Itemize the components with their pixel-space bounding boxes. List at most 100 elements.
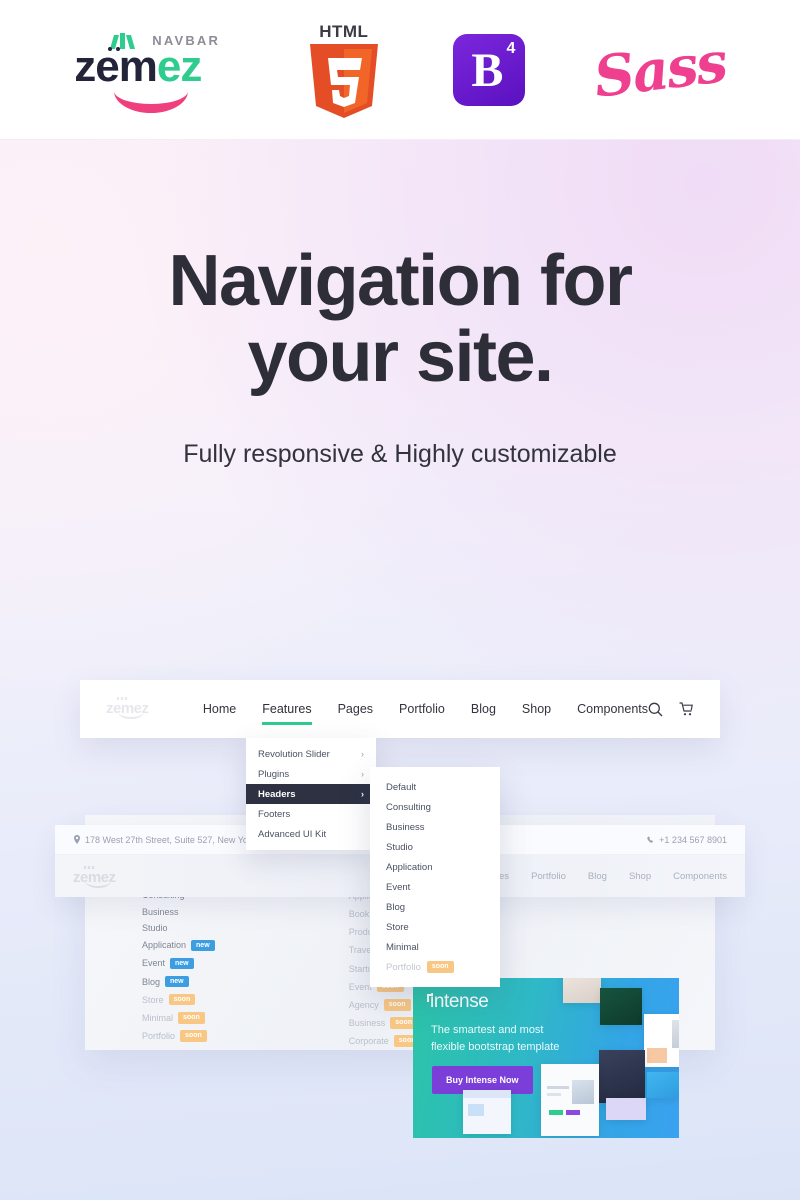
phone-text: +1 234 567 8901 bbox=[659, 834, 727, 845]
promo-thumbnail bbox=[644, 1014, 679, 1067]
nav-item-portfolio[interactable]: Portfolio bbox=[399, 702, 445, 716]
zemez-logo-slot: NAVBAR zemez bbox=[74, 20, 234, 120]
location-pin-icon bbox=[74, 835, 80, 844]
list-item[interactable]: Business bbox=[142, 907, 215, 917]
nav-item-components[interactable]: Components bbox=[577, 702, 648, 716]
chevron-right-icon: › bbox=[361, 789, 364, 799]
secondary-nav-item[interactable]: Portfolio bbox=[531, 871, 566, 882]
submenu-item-blog[interactable]: Blog bbox=[370, 897, 500, 917]
list-item[interactable]: Application new bbox=[142, 939, 215, 952]
promo-thumbnail bbox=[463, 1090, 511, 1134]
promo-thumbnail bbox=[606, 1098, 646, 1120]
submenu-item-event[interactable]: Event bbox=[370, 877, 500, 897]
promo-thumbnail bbox=[563, 978, 601, 1003]
list-item-label: Book bbox=[348, 909, 370, 920]
menu-item-headers[interactable]: Headers › bbox=[246, 784, 376, 804]
promo-thumbnail bbox=[599, 1050, 645, 1103]
nav-item-blog[interactable]: Blog bbox=[471, 702, 496, 716]
list-item-label: Agency bbox=[348, 999, 379, 1010]
submenu-item-label: Blog bbox=[386, 901, 406, 913]
chevron-right-icon: › bbox=[361, 769, 364, 779]
menu-item-label: Advanced UI Kit bbox=[258, 828, 327, 840]
promo-thumbnail bbox=[541, 1064, 599, 1136]
promo-banner: intense The smartest and most flexible b… bbox=[413, 978, 679, 1138]
zemez-umlaut-icon bbox=[108, 46, 121, 51]
list-item-label: Blog bbox=[142, 976, 161, 987]
address-block: 178 West 27th Street, Suite 527, New Yor… bbox=[73, 835, 255, 845]
html5-logo: HTML bbox=[303, 22, 385, 118]
list-item-label: Event bbox=[142, 958, 166, 969]
submenu-item-label: Default bbox=[386, 781, 417, 793]
list-item[interactable]: Portfolio soon bbox=[142, 1029, 215, 1042]
list-item[interactable]: Store soon bbox=[142, 993, 215, 1006]
status-badge: soon bbox=[383, 998, 411, 1011]
list-item[interactable]: Blog new bbox=[142, 975, 215, 988]
menu-item-footers[interactable]: Footers bbox=[246, 804, 376, 824]
nav-item-features[interactable]: Features bbox=[262, 702, 312, 725]
submenu-item-label: Application bbox=[386, 861, 433, 873]
html5-shield-icon bbox=[309, 43, 378, 118]
menu-item-label: Footers bbox=[258, 808, 291, 820]
promo-thumbnail bbox=[600, 988, 642, 1025]
list-item-label: Portfolio bbox=[142, 1030, 176, 1041]
nav-item-pages[interactable]: Pages bbox=[338, 702, 373, 716]
status-badge: new bbox=[165, 975, 189, 988]
list-item-label: Application bbox=[142, 940, 187, 951]
submenu-item-minimal[interactable]: Minimal bbox=[370, 937, 500, 957]
phone-block[interactable]: +1 234 567 8901 bbox=[647, 835, 727, 845]
primary-navbar-logo[interactable]: zemez bbox=[106, 696, 151, 722]
submenu-item-consulting[interactable]: Consulting bbox=[370, 797, 500, 817]
secondary-nav-item[interactable]: Blog bbox=[588, 871, 607, 882]
menu-item-label: Revolution Slider bbox=[258, 748, 330, 760]
nav-item-home[interactable]: Home bbox=[203, 702, 236, 716]
mega-column-list: Default Consulting Business Studio Appli… bbox=[142, 874, 215, 1042]
zemez-navbar-logo: NAVBAR zemez bbox=[74, 27, 234, 113]
status-badge: soon bbox=[426, 961, 454, 973]
html5-label: HTML bbox=[319, 21, 369, 41]
headers-submenu: Default Consulting Business Studio Appli… bbox=[370, 767, 500, 987]
list-item-label: Business bbox=[348, 1017, 386, 1028]
menu-item-advanced-ui-kit[interactable]: Advanced UI Kit bbox=[246, 824, 376, 844]
secondary-nav-item[interactable]: Components bbox=[673, 871, 727, 882]
secondary-nav-item[interactable]: Shop bbox=[629, 871, 651, 882]
zemez-smile-icon bbox=[114, 91, 189, 113]
menu-item-revolution-slider[interactable]: Revolution Slider › bbox=[246, 744, 376, 764]
nav-item-shop[interactable]: Shop bbox=[522, 702, 551, 716]
features-dropdown: Revolution Slider › Plugins › Headers › … bbox=[246, 738, 376, 850]
status-badge: soon bbox=[178, 1011, 205, 1024]
cart-icon[interactable] bbox=[679, 701, 694, 717]
submenu-item-business[interactable]: Business bbox=[370, 817, 500, 837]
bootstrap-version: 4 bbox=[506, 39, 516, 57]
menu-item-plugins[interactable]: Plugins › bbox=[246, 764, 376, 784]
zemez-smile-icon bbox=[118, 712, 144, 719]
submenu-item-default[interactable]: Default bbox=[370, 777, 500, 797]
list-item[interactable]: Studio bbox=[142, 923, 215, 933]
technology-logo-bar: NAVBAR zemez HTML B 4 Sass bbox=[0, 0, 800, 140]
list-item[interactable]: Minimal soon bbox=[142, 1011, 215, 1024]
chevron-right-icon: › bbox=[361, 749, 364, 759]
submenu-item-studio[interactable]: Studio bbox=[370, 837, 500, 857]
submenu-item-store[interactable]: Store bbox=[370, 917, 500, 937]
status-badge: soon bbox=[168, 993, 196, 1006]
secondary-navbar-links: Pages Portfolio Blog Shop Components bbox=[482, 871, 727, 882]
sass-logo: Sass bbox=[590, 28, 730, 111]
promo-thumbnail bbox=[647, 1072, 679, 1098]
list-item-label: Corporate bbox=[348, 1035, 389, 1046]
list-item[interactable]: Event new bbox=[142, 957, 215, 970]
bootstrap-letter: B bbox=[471, 43, 504, 97]
status-badge: new bbox=[170, 957, 194, 970]
zemez-mark-icon: zemez bbox=[73, 865, 129, 888]
bootstrap-logo-slot: B 4 bbox=[453, 20, 526, 120]
submenu-item-label: Store bbox=[386, 921, 409, 933]
submenu-item-application[interactable]: Application bbox=[370, 857, 500, 877]
secondary-navbar-logo[interactable]: zemez bbox=[73, 865, 129, 888]
address-text: 178 West 27th Street, Suite 527, New Yor… bbox=[85, 834, 256, 845]
list-item-label: Event bbox=[348, 981, 372, 992]
search-icon[interactable] bbox=[648, 702, 663, 717]
zemez-smile-icon bbox=[85, 881, 111, 888]
submenu-item-portfolio[interactable]: Portfolio soon bbox=[370, 957, 500, 977]
submenu-item-label: Business bbox=[386, 821, 425, 833]
promo-tagline: The smartest and most flexible bootstrap… bbox=[431, 1024, 560, 1053]
list-item-label: Minimal bbox=[142, 1012, 174, 1023]
phone-icon bbox=[647, 835, 654, 843]
